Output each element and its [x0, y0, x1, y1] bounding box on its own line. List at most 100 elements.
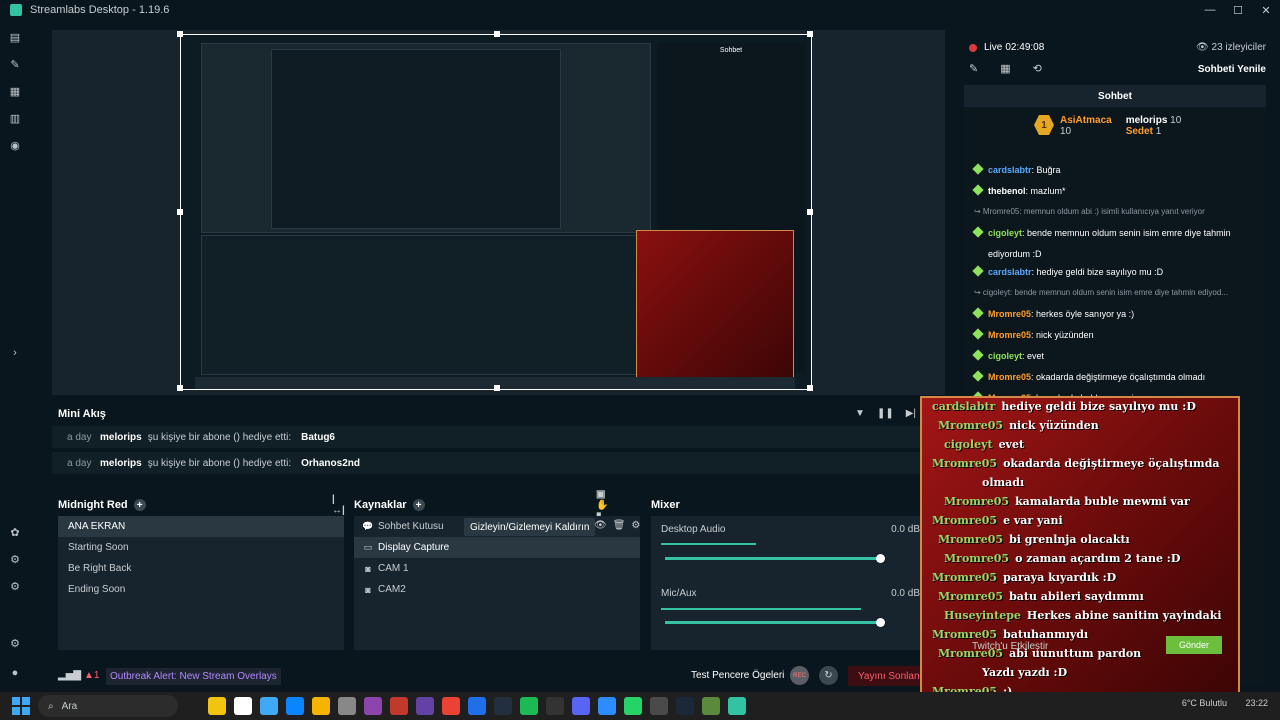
- taskbar-search[interactable]: ⌕ Ara: [38, 695, 178, 717]
- minecraft-icon[interactable]: [702, 697, 720, 715]
- minimize-icon[interactable]: —: [1196, 0, 1224, 20]
- chat-message: ↪ cigoleyt: bende memnun oldum senin isi…: [974, 288, 1228, 297]
- resize-handle[interactable]: [807, 31, 813, 37]
- pause-icon[interactable]: ❚❚: [877, 408, 894, 419]
- taskbar-apps: [208, 697, 746, 715]
- refresh-chat-button[interactable]: Sohbeti Yenile: [1198, 64, 1266, 75]
- start-icon[interactable]: [10, 695, 32, 717]
- themes-icon[interactable]: ✎: [8, 57, 22, 71]
- scene-collection-title[interactable]: Midnight Red: [58, 499, 128, 511]
- eye-icon: 👁: [1196, 42, 1209, 53]
- share-icon[interactable]: ⟲: [1033, 62, 1042, 75]
- app-icon[interactable]: [390, 697, 408, 715]
- user-icon[interactable]: ●: [8, 666, 22, 680]
- alert-icon[interactable]: ▲1: [84, 670, 99, 681]
- copilot-icon[interactable]: [260, 697, 278, 715]
- store-icon[interactable]: [338, 697, 356, 715]
- scene-item[interactable]: Starting Soon: [58, 537, 344, 558]
- filter-icon[interactable]: ▼: [855, 408, 865, 419]
- task-view-icon[interactable]: [234, 697, 252, 715]
- chat-username[interactable]: Mromre05: [988, 309, 1031, 319]
- steam-icon[interactable]: [676, 697, 694, 715]
- source-item[interactable]: ◙ CAM2: [354, 579, 640, 600]
- editor-icon[interactable]: ▤: [8, 30, 22, 44]
- chat-username[interactable]: cigoleyt: [988, 228, 1022, 238]
- send-button[interactable]: Gönder: [1166, 636, 1222, 654]
- resize-handle[interactable]: [494, 31, 500, 37]
- widget-icon[interactable]: ▦: [1000, 62, 1010, 75]
- gear-icon[interactable]: ⚙: [631, 520, 640, 531]
- whatsapp-icon[interactable]: [624, 697, 642, 715]
- app-icon[interactable]: [494, 697, 512, 715]
- supporter-name: melorips: [1125, 115, 1168, 126]
- volume-slider[interactable]: [665, 621, 881, 624]
- resize-handle[interactable]: [494, 385, 500, 391]
- slider-knob[interactable]: [876, 618, 885, 627]
- app-title: Streamlabs Desktop - 1.19.6: [30, 4, 170, 16]
- resize-handle[interactable]: [177, 31, 183, 37]
- feed-recipient: Batug6: [301, 431, 335, 443]
- discord-icon[interactable]: [572, 697, 590, 715]
- app-icon[interactable]: [468, 697, 486, 715]
- collapse-icon[interactable]: |↔|: [332, 494, 345, 516]
- app-icon[interactable]: [364, 697, 382, 715]
- resize-handle[interactable]: [177, 385, 183, 391]
- rank-badge: 1: [1034, 115, 1054, 135]
- layout-icon[interactable]: ▥: [8, 111, 22, 125]
- replay-icon[interactable]: ↻: [819, 666, 838, 685]
- expand-left-icon[interactable]: ›: [8, 346, 22, 360]
- integrations-icon[interactable]: ⚙: [8, 579, 22, 593]
- scenes-header: Midnight Red + |↔|: [58, 494, 345, 516]
- stats-icon[interactable]: ▂▅▇: [58, 670, 81, 681]
- streamlabs-icon[interactable]: [728, 697, 746, 715]
- overlay-username: cigoleyt: [944, 438, 993, 451]
- scene-item[interactable]: Ending Soon: [58, 579, 344, 600]
- resize-handle[interactable]: [177, 209, 183, 215]
- close-icon[interactable]: ✕: [1252, 0, 1280, 20]
- store-icon[interactable]: ▦: [8, 84, 22, 98]
- test-widgets-button[interactable]: Test Pencere Ögeleri: [691, 670, 784, 681]
- edge-icon[interactable]: [286, 697, 304, 715]
- skip-icon[interactable]: ▶|: [906, 408, 916, 419]
- add-scene-icon[interactable]: +: [133, 499, 146, 511]
- chat-username[interactable]: cardslabtr: [988, 165, 1032, 175]
- trash-icon[interactable]: 🗑: [613, 520, 626, 531]
- resize-handle[interactable]: [807, 209, 813, 215]
- apps-icon[interactable]: ⚙: [8, 552, 22, 566]
- widgets-icon[interactable]: [208, 697, 226, 715]
- eye-icon[interactable]: 👁: [594, 520, 607, 531]
- chat-username[interactable]: Mromre05: [988, 372, 1031, 382]
- app-icon[interactable]: [650, 697, 668, 715]
- resize-handle[interactable]: [807, 385, 813, 391]
- slider-knob[interactable]: [876, 554, 885, 563]
- stream-preview[interactable]: Sohbet: [177, 31, 813, 391]
- spotify-icon[interactable]: [520, 697, 538, 715]
- chat-username[interactable]: cigoleyt: [988, 351, 1022, 361]
- news-alert[interactable]: Outbreak Alert: New Stream Overlays: [106, 667, 281, 685]
- twitch-icon[interactable]: [416, 697, 434, 715]
- scene-item[interactable]: Be Right Back: [58, 558, 344, 579]
- chat-message: cardslabtr: Buğra: [972, 163, 1061, 175]
- scene-item[interactable]: ANA EKRAN: [58, 516, 344, 537]
- record-icon[interactable]: ◉: [8, 138, 22, 152]
- source-item[interactable]: ▭ Display Capture: [354, 537, 640, 558]
- maximize-icon[interactable]: ☐: [1224, 0, 1252, 20]
- badge-icon: [972, 370, 984, 382]
- chrome-icon[interactable]: [442, 697, 460, 715]
- search-icon: ⌕: [48, 700, 54, 712]
- settings-icon[interactable]: ⚙: [8, 636, 22, 650]
- edit-icon[interactable]: ✎: [969, 62, 978, 75]
- overlay-username: Mromre05: [938, 419, 1004, 432]
- app-icon[interactable]: [546, 697, 564, 715]
- chat-username[interactable]: Mromre05: [988, 330, 1031, 340]
- chat-input[interactable]: Twitch'u Etkileştir: [972, 641, 1048, 652]
- gift-icon[interactable]: ✿: [8, 525, 22, 539]
- add-source-icon[interactable]: +: [412, 499, 425, 511]
- chat-username[interactable]: thebenol: [988, 186, 1026, 196]
- zoom-icon[interactable]: [598, 697, 616, 715]
- volume-slider[interactable]: [665, 557, 881, 560]
- record-button[interactable]: REC: [790, 666, 809, 685]
- source-item[interactable]: ◙ CAM 1: [354, 558, 640, 579]
- chat-username[interactable]: cardslabtr: [988, 267, 1032, 277]
- explorer-icon[interactable]: [312, 697, 330, 715]
